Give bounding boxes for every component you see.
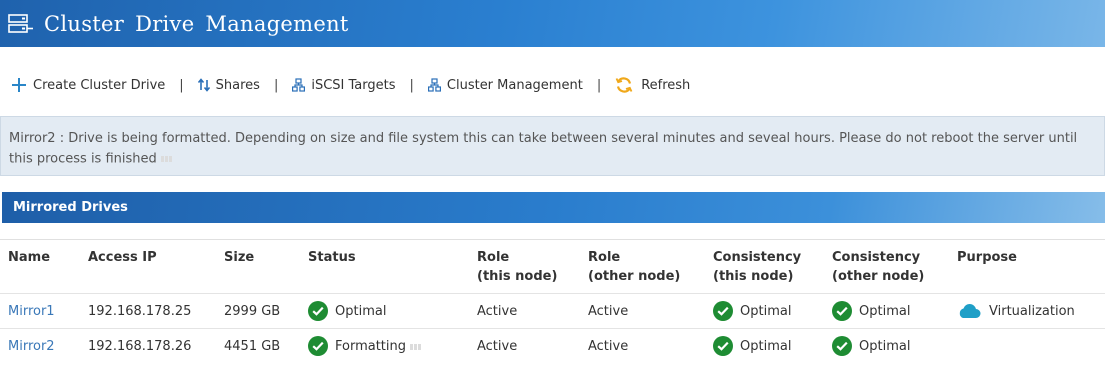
table-row[interactable]: Mirror1 192.168.178.25 2999 GB Optimal A… <box>0 293 1105 329</box>
header-line: Consistency <box>713 250 802 265</box>
toolbar-separator: | <box>179 77 184 93</box>
header-line: Role <box>477 250 510 265</box>
checkmark-icon <box>308 301 328 321</box>
column-header-access-ip[interactable]: Access IP <box>80 239 216 294</box>
checkmark-icon <box>308 336 328 357</box>
column-header-name[interactable]: Name <box>0 239 80 294</box>
header-line: (this node) <box>713 269 794 284</box>
cell-size: 2999 GB <box>216 293 300 329</box>
cluster-management-button[interactable]: Cluster Management <box>427 77 583 93</box>
cell-size: 4451 GB <box>216 328 300 364</box>
cell-consistency-other-node: Optimal <box>824 293 949 329</box>
cell-role-this-node: Active <box>469 328 580 364</box>
cell-consistency-other-node: Optimal <box>824 328 949 364</box>
status-notice: Mirror2 : Drive is being formatted. Depe… <box>0 116 1105 176</box>
mirrored-drives-table: Name Access IP Size Status Role (this nod… <box>0 239 1105 364</box>
iscsi-targets-label: iSCSI Targets <box>311 77 396 93</box>
refresh-icon <box>615 76 633 94</box>
consistency-text: Optimal <box>740 338 792 354</box>
status-text: Formatting <box>335 338 407 354</box>
title-bar: Cluster Drive Management <box>0 0 1105 47</box>
purpose-text: Virtualization <box>989 303 1075 319</box>
toolbar: Create Cluster Drive | Shares | iSCSI Ta… <box>0 70 1105 100</box>
loading-dots-icon <box>160 149 173 169</box>
loading-dots-icon <box>410 339 422 354</box>
header-line: (other node) <box>588 269 681 284</box>
header-line: (other node) <box>832 269 925 284</box>
status-text: Optimal <box>335 303 387 319</box>
cell-role-other-node: Active <box>580 293 705 329</box>
column-header-purpose[interactable]: Purpose <box>949 239 1105 294</box>
cell-status: Formatting <box>300 328 469 364</box>
header-line: Role <box>588 250 621 265</box>
create-cluster-drive-label: Create Cluster Drive <box>33 77 166 93</box>
cell-role-other-node: Active <box>580 328 705 364</box>
iscsi-targets-button[interactable]: iSCSI Targets <box>292 77 396 93</box>
toolbar-separator: | <box>596 77 602 93</box>
create-cluster-drive-button[interactable]: Create Cluster Drive <box>11 77 165 93</box>
cell-name: Mirror2 <box>0 328 80 364</box>
cell-role-this-node: Active <box>469 293 580 329</box>
cell-consistency-this-node: Optimal <box>705 328 824 364</box>
toolbar-separator: | <box>273 77 279 93</box>
consistency-text: Optimal <box>859 303 911 319</box>
transfer-arrows-icon <box>197 78 210 92</box>
cell-purpose: Virtualization <box>949 293 1105 329</box>
column-header-role-other-node[interactable]: Role (other node) <box>580 239 705 294</box>
consistency-text: Optimal <box>740 303 792 319</box>
server-icon <box>8 13 34 35</box>
table-row[interactable]: Mirror2 192.168.178.26 4451 GB Formattin… <box>0 328 1105 364</box>
header-line: Consistency <box>832 250 921 265</box>
cell-consistency-this-node: Optimal <box>705 293 824 329</box>
cell-access-ip: 192.168.178.26 <box>80 328 216 364</box>
header-line: (this node) <box>477 269 558 284</box>
plus-icon <box>11 77 27 93</box>
checkmark-icon <box>713 336 733 357</box>
checkmark-icon <box>832 336 852 357</box>
column-header-status[interactable]: Status <box>300 239 469 294</box>
cell-purpose <box>949 328 1105 364</box>
table-header-row: Name Access IP Size Status Role (this nod… <box>0 239 1105 294</box>
drive-name-link[interactable]: Mirror1 <box>8 304 55 319</box>
checkmark-icon <box>713 301 733 321</box>
column-header-consistency-this-node[interactable]: Consistency (this node) <box>705 239 824 294</box>
column-header-role-this-node[interactable]: Role (this node) <box>469 239 580 294</box>
cloud-icon <box>957 303 981 319</box>
section-header-mirrored-drives: Mirrored Drives <box>2 192 1105 223</box>
cell-status: Optimal <box>300 293 469 329</box>
cell-access-ip: 192.168.178.25 <box>80 293 216 329</box>
column-header-size[interactable]: Size <box>216 239 300 294</box>
checkmark-icon <box>832 301 852 321</box>
network-icon <box>427 78 441 92</box>
consistency-text: Optimal <box>859 338 911 354</box>
cluster-management-label: Cluster Management <box>446 77 583 93</box>
shares-label: Shares <box>215 77 260 93</box>
toolbar-separator: | <box>409 77 414 93</box>
shares-button[interactable]: Shares <box>197 77 260 93</box>
cell-name: Mirror1 <box>0 293 80 329</box>
refresh-button[interactable]: Refresh <box>615 76 690 94</box>
network-icon <box>292 78 306 92</box>
drive-name-link[interactable]: Mirror2 <box>8 339 55 354</box>
page-title: Cluster Drive Management <box>44 11 349 36</box>
column-header-consistency-other-node[interactable]: Consistency (other node) <box>824 239 949 294</box>
refresh-label: Refresh <box>641 77 691 93</box>
